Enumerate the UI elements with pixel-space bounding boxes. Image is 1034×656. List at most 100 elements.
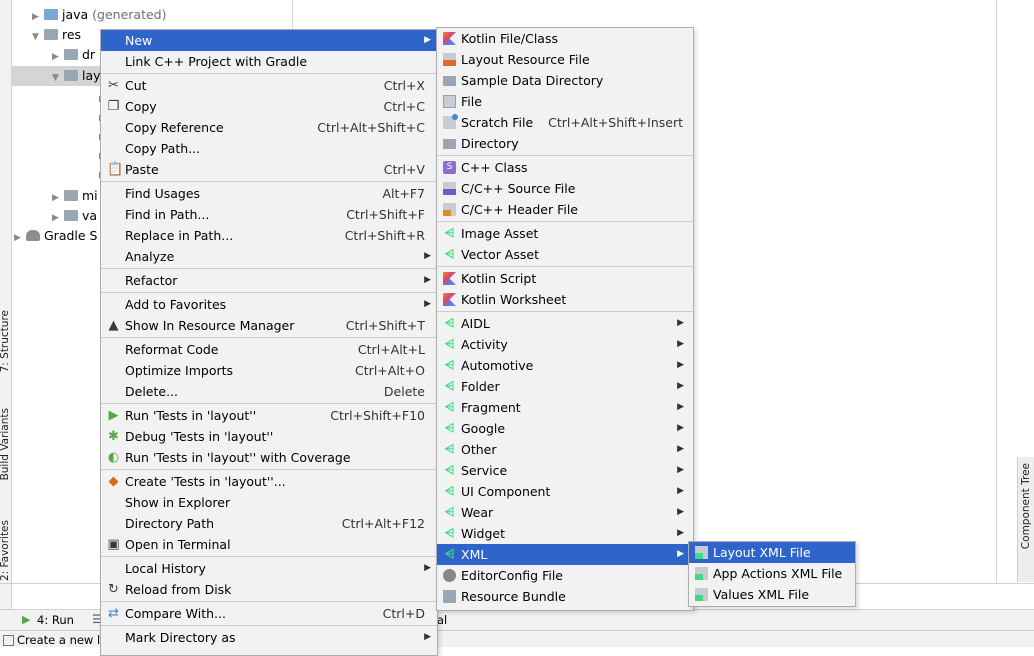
menu-item-optimize-imports[interactable]: Optimize Imports Ctrl+Alt+O [101, 360, 437, 381]
menu-separator [101, 181, 437, 182]
gradle-icon [26, 230, 40, 241]
menu-item-values-xml-file[interactable]: Values XML File [689, 584, 855, 605]
menu-item-google[interactable]: ⩤ Google ▶ [437, 418, 693, 439]
build-variants-tab[interactable]: Build Variants [0, 408, 12, 480]
menu-item-c-c-header-file[interactable]: C/C++ Header File [437, 199, 693, 220]
menu-item-compare-with[interactable]: ⇄ Compare With... Ctrl+D [101, 603, 437, 624]
menu-item-label: C/C++ Header File [461, 202, 578, 217]
expand-arrow-icon[interactable]: ▶ [52, 188, 64, 208]
expand-arrow-icon[interactable]: ▶ [14, 228, 26, 248]
menu-item-service[interactable]: ⩤ Service ▶ [437, 460, 693, 481]
menu-item-scratch-file[interactable]: Scratch File Ctrl+Alt+Shift+Insert [437, 112, 693, 133]
menu-item-file[interactable]: File [437, 91, 693, 112]
component-tree-tab[interactable]: Component Tree [1020, 463, 1032, 549]
menu-item-refactor[interactable]: Refactor ▶ [101, 270, 437, 291]
menu-item-ui-component[interactable]: ⩤ UI Component ▶ [437, 481, 693, 502]
terminal-tab-partial[interactable]: al [437, 613, 447, 627]
favorites-tab[interactable]: 2: Favorites [0, 520, 12, 581]
menu-item-xml[interactable]: ⩤ XML ▶ [437, 544, 693, 565]
menu-item-find-usages[interactable]: Find Usages Alt+F7 [101, 183, 437, 204]
tree-item-drawable[interactable]: ▶ dr [52, 45, 95, 65]
menu-item-new[interactable]: New ▶ [101, 30, 437, 51]
tree-item-java[interactable]: ▶ java (generated) [32, 5, 167, 25]
menu-item-open-in-terminal[interactable]: ▣ Open in Terminal [101, 534, 437, 555]
menu-item-label: Run 'Tests in 'layout'' with Coverage [125, 450, 351, 465]
menu-item-label: Create 'Tests in 'layout''... [125, 474, 286, 489]
menu-item-app-actions-xml-file[interactable]: App Actions XML File [689, 563, 855, 584]
menu-item-label: App Actions XML File [713, 566, 843, 581]
expand-arrow-icon[interactable]: ▶ [52, 208, 64, 228]
menu-item-wear[interactable]: ⩤ Wear ▶ [437, 502, 693, 523]
menu-item-label: Directory [461, 136, 519, 151]
menu-item-debug-tests-in-layout[interactable]: ✱ Debug 'Tests in 'layout'' [101, 426, 437, 447]
menu-item-analyze[interactable]: Analyze ▶ [101, 246, 437, 267]
menu-item-label: Find Usages [125, 186, 201, 201]
menu-item-label: Replace in Path... [125, 228, 234, 243]
collapse-arrow-icon[interactable]: ▼ [32, 27, 44, 47]
collapse-arrow-icon[interactable]: ▼ [52, 68, 64, 88]
menu-item-replace-in-path[interactable]: Replace in Path... Ctrl+Shift+R [101, 225, 437, 246]
menu-item-link-c-project-with-gradle[interactable]: Link C++ Project with Gradle [101, 51, 437, 72]
menu-item-run-tests-in-layout[interactable]: ▶ Run 'Tests in 'layout'' Ctrl+Shift+F10 [101, 405, 437, 426]
menu-item-copy-path[interactable]: Copy Path... [101, 138, 437, 159]
expand-arrow-icon[interactable]: ▶ [52, 47, 64, 67]
menu-item-editorconfig-file[interactable]: EditorConfig File [437, 565, 693, 586]
menu-item-directory-path[interactable]: Directory Path Ctrl+Alt+F12 [101, 513, 437, 534]
tree-item-gradle-scripts[interactable]: ▶ Gradle S [14, 226, 98, 246]
menu-item-vector-asset[interactable]: ⩤ Vector Asset [437, 244, 693, 265]
tree-item-values[interactable]: ▶ va [52, 206, 97, 226]
menu-item-paste[interactable]: 📋 Paste Ctrl+V [101, 159, 437, 180]
menu-item-copy-reference[interactable]: Copy Reference Ctrl+Alt+Shift+C [101, 117, 437, 138]
menu-item-fragment[interactable]: ⩤ Fragment ▶ [437, 397, 693, 418]
menu-item-layout-xml-file[interactable]: Layout XML File [689, 542, 855, 563]
run-tab[interactable]: 4: Run [37, 613, 74, 627]
menu-item-label: UI Component [461, 484, 551, 499]
cpp-header-icon [443, 203, 456, 216]
menu-item-kotlin-script[interactable]: Kotlin Script [437, 268, 693, 289]
menu-item-resource-bundle[interactable]: Resource Bundle [437, 586, 693, 607]
menu-item-local-history[interactable]: Local History ▶ [101, 558, 437, 579]
submenu-arrow-icon: ▶ [677, 486, 684, 496]
menu-item-c-class[interactable]: S C++ Class [437, 157, 693, 178]
menu-item-find-in-path[interactable]: Find in Path... Ctrl+Shift+F [101, 204, 437, 225]
menu-item-widget[interactable]: ⩤ Widget ▶ [437, 523, 693, 544]
menu-item-layout-resource-file[interactable]: Layout Resource File [437, 49, 693, 70]
menu-item-directory[interactable]: Directory [437, 133, 693, 154]
menu-item-kotlin-file-class[interactable]: Kotlin File/Class [437, 28, 693, 49]
menu-item-reload-from-disk[interactable]: ↻ Reload from Disk [101, 579, 437, 600]
tree-item-layout[interactable]: ▼ lay [52, 66, 101, 86]
menu-item-copy[interactable]: ❐ Copy Ctrl+C [101, 96, 437, 117]
menu-item-run-tests-in-layout-with-coverage[interactable]: ◐ Run 'Tests in 'layout'' with Coverage [101, 447, 437, 468]
menu-item-label: Copy Path... [125, 141, 201, 156]
menu-item-show-in-resource-manager[interactable]: ▲ Show In Resource Manager Ctrl+Shift+T [101, 315, 437, 336]
expand-arrow-icon[interactable]: ▶ [32, 7, 44, 27]
menu-item-image-asset[interactable]: ⩤ Image Asset [437, 223, 693, 244]
menu-item-delete[interactable]: Delete... Delete [101, 381, 437, 402]
menu-item-create-tests-in-layout[interactable]: ◆ Create 'Tests in 'layout''... [101, 471, 437, 492]
tree-item-mipmap[interactable]: ▶ mi [52, 186, 98, 206]
coverage-icon: ◐ [107, 450, 120, 465]
menu-item-folder[interactable]: ⩤ Folder ▶ [437, 376, 693, 397]
tree-item-res[interactable]: ▼ res [32, 25, 81, 45]
menu-item-label: Layout XML File [713, 545, 811, 560]
menu-item-other[interactable]: ⩤ Other ▶ [437, 439, 693, 460]
folder-icon [443, 76, 456, 86]
menu-item-c-c-source-file[interactable]: C/C++ Source File [437, 178, 693, 199]
menu-item-cut[interactable]: ✂ Cut Ctrl+X [101, 75, 437, 96]
menu-item-show-in-explorer[interactable]: Show in Explorer [101, 492, 437, 513]
menu-item-sample-data-directory[interactable]: Sample Data Directory [437, 70, 693, 91]
menu-item-aidl[interactable]: ⩤ AIDL ▶ [437, 313, 693, 334]
menu-item-activity[interactable]: ⩤ Activity ▶ [437, 334, 693, 355]
menu-item-automotive[interactable]: ⩤ Automotive ▶ [437, 355, 693, 376]
menu-separator [101, 625, 437, 626]
menu-item-reformat-code[interactable]: Reformat Code Ctrl+Alt+L [101, 339, 437, 360]
menu-item-shortcut: Ctrl+Shift+F [346, 207, 425, 222]
submenu-arrow-icon: ▶ [424, 632, 431, 642]
kotlin-icon [443, 272, 456, 285]
menu-separator [101, 73, 437, 74]
menu-item-add-to-favorites[interactable]: Add to Favorites ▶ [101, 294, 437, 315]
menu-item-label: Image Asset [461, 226, 539, 241]
menu-item-mark-directory-as[interactable]: Mark Directory as ▶ [101, 627, 437, 648]
menu-item-kotlin-worksheet[interactable]: Kotlin Worksheet [437, 289, 693, 310]
structure-tab[interactable]: 7: Structure [0, 310, 12, 372]
